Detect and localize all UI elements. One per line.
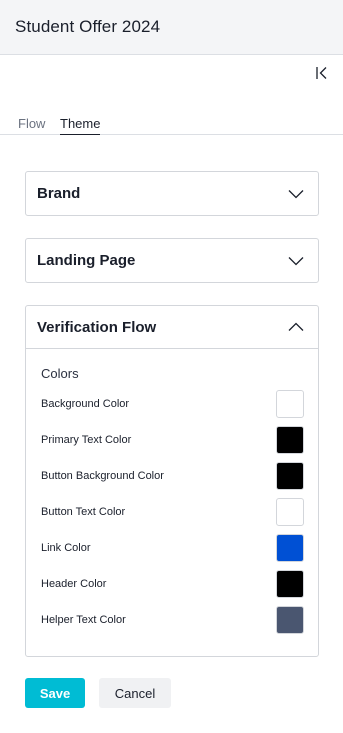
- verification-flow-panel-header[interactable]: Verification Flow: [26, 306, 318, 349]
- color-label: Primary Text Color: [41, 434, 132, 446]
- tab-bar: Flow Theme: [0, 116, 343, 135]
- cancel-button[interactable]: Cancel: [99, 678, 171, 708]
- chevron-down-icon: [288, 256, 304, 265]
- color-row-background: Background Color: [41, 390, 304, 418]
- landing-page-panel-header[interactable]: Landing Page: [26, 239, 318, 282]
- color-row-button-background: Button Background Color: [41, 462, 304, 490]
- color-swatch-button-text[interactable]: [276, 498, 304, 526]
- page-title: Student Offer 2024: [15, 17, 161, 36]
- landing-page-panel-label: Landing Page: [37, 252, 136, 269]
- page-header: Student Offer 2024: [0, 0, 343, 55]
- color-swatch-header[interactable]: [276, 570, 304, 598]
- chevron-up-icon: [288, 322, 304, 331]
- verification-flow-panel: Verification Flow Colors Background Colo…: [25, 305, 319, 657]
- brand-panel-label: Brand: [37, 185, 81, 202]
- color-swatch-link[interactable]: [276, 534, 304, 562]
- color-swatch-button-background[interactable]: [276, 462, 304, 490]
- color-row-header: Header Color: [41, 570, 304, 598]
- collapse-panel-button[interactable]: [312, 64, 332, 82]
- color-row-link: Link Color: [41, 534, 304, 562]
- color-label: Button Text Color: [41, 506, 126, 518]
- brand-panel-header[interactable]: Brand: [26, 172, 318, 215]
- tab-flow[interactable]: Flow: [18, 116, 45, 134]
- verification-flow-panel-label: Verification Flow: [37, 318, 157, 336]
- color-swatch-primary-text[interactable]: [276, 426, 304, 454]
- color-row-helper-text: Helper Text Color: [41, 606, 304, 634]
- color-row-primary-text: Primary Text Color: [41, 426, 304, 454]
- color-label: Header Color: [41, 578, 107, 590]
- color-label: Link Color: [41, 542, 91, 554]
- save-button[interactable]: Save: [25, 678, 85, 708]
- color-label: Button Background Color: [41, 470, 164, 482]
- color-label: Helper Text Color: [41, 614, 126, 626]
- color-swatch-background[interactable]: [276, 390, 304, 418]
- colors-section-title: Colors: [41, 366, 79, 381]
- brand-panel: Brand: [25, 171, 319, 216]
- color-swatch-helper-text[interactable]: [276, 606, 304, 634]
- color-row-button-text: Button Text Color: [41, 498, 304, 526]
- tab-theme[interactable]: Theme: [60, 116, 101, 135]
- color-label: Background Color: [41, 398, 130, 410]
- collapse-left-icon: [316, 67, 327, 79]
- chevron-down-icon: [288, 189, 304, 198]
- landing-page-panel: Landing Page: [25, 238, 319, 283]
